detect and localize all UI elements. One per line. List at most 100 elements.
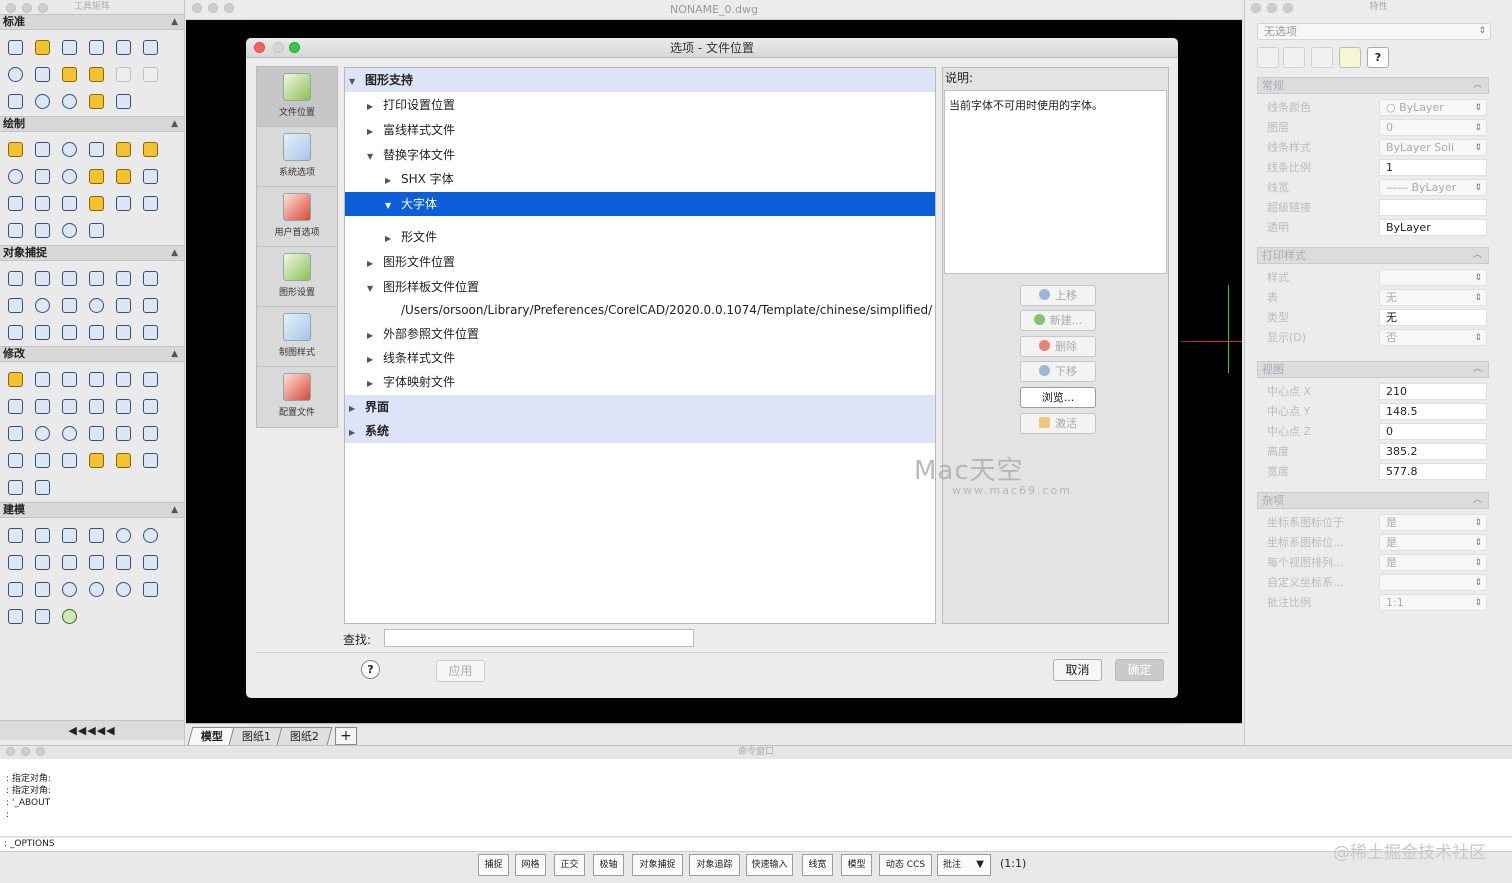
collapse-caret-icon[interactable]: ︿ [1473,362,1482,377]
torus-icon[interactable] [137,522,164,549]
tree-item[interactable]: ▶ 线条样式文件 [345,346,935,370]
activate-button[interactable]: 激活 [1020,413,1096,434]
selection-dropdown[interactable]: 无选项 ⇕ [1257,23,1491,40]
collapse-caret-icon[interactable]: ▲ [171,117,178,131]
window-controls[interactable] [192,3,234,13]
window-controls[interactable] [1251,3,1293,13]
subtract-icon[interactable] [29,576,56,603]
revision-cloud-icon[interactable] [29,217,56,244]
expand-right-icon[interactable]: ▶ [349,397,355,421]
snap-extension-icon[interactable] [110,265,137,292]
ortho-toggle[interactable]: 正交 [554,854,585,876]
section-header-draw[interactable]: 绘制 ▲ [0,116,184,132]
snap-settings-icon[interactable] [137,319,164,346]
snap-angle-icon[interactable] [56,319,83,346]
print-preview-icon[interactable] [137,34,164,61]
spline-icon[interactable] [110,136,137,163]
grid-toggle[interactable]: 网格 [515,854,546,876]
object-snap-toggle[interactable]: 对象捕捉 [632,854,683,876]
render-icon[interactable] [56,603,83,630]
property-value[interactable]: 0 [1379,423,1487,440]
offset-icon[interactable] [137,366,164,393]
print-setup-icon[interactable] [110,34,137,61]
expand-down-icon[interactable]: ▼ [385,194,391,218]
expand-right-icon[interactable]: ▶ [367,372,373,396]
stretch-icon[interactable] [83,393,110,420]
property-value[interactable]: 无 ⇕ [1379,289,1487,306]
sidebar-item-system-options[interactable]: 系统选项 [257,127,337,187]
section-plane-icon[interactable] [110,576,137,603]
section-header-snap[interactable]: 对象捕捉 ▲ [0,245,184,261]
snap-parallel-icon[interactable] [2,319,29,346]
model-toggle[interactable]: 模型 [841,854,872,876]
sidebar-item-drawing-settings[interactable]: 图形设置 [257,247,337,307]
property-value[interactable]: ⇕ [1379,269,1487,286]
intersect-icon[interactable] [56,576,83,603]
tree-item[interactable]: ▼ 替换字体文件 [345,143,935,167]
select-objects-icon[interactable] [1283,47,1305,68]
expand-right-icon[interactable]: ▶ [367,324,373,348]
extend-icon[interactable] [2,420,29,447]
snap-midpoint-icon[interactable] [29,265,56,292]
property-value[interactable]: ○ ByLayer ⇕ [1379,99,1487,116]
polygon-icon[interactable] [29,163,56,190]
tree-item[interactable]: ▼ 大字体 [345,192,935,216]
help-button[interactable]: ? [1367,47,1389,68]
copy-icon[interactable] [29,61,56,88]
properties-icon[interactable] [83,88,110,115]
tree-item[interactable]: ▶ 图形文件位置 [345,250,935,274]
snap-nearest-icon[interactable] [110,292,137,319]
expand-down-icon[interactable]: ▼ [367,145,373,169]
tree-category[interactable]: ▶ 界面 [345,395,935,419]
quick-input-toggle[interactable]: 快速输入 [746,854,793,876]
paste-icon[interactable] [56,61,83,88]
insert-image-icon[interactable] [56,190,83,217]
snap-endpoint-icon[interactable] [2,265,29,292]
freehand-icon[interactable] [83,217,110,244]
text-icon[interactable] [110,190,137,217]
toggle-pickadd-icon[interactable] [1257,47,1279,68]
break-icon[interactable] [83,420,110,447]
section-header-standard[interactable]: 标准 ▲ [0,14,184,30]
scale-icon[interactable] [56,393,83,420]
expand-right-icon[interactable]: ▶ [367,120,373,144]
object-track-toggle[interactable]: 对象追踪 [689,854,740,876]
collapse-toolbox-button[interactable]: ◀◀◀◀◀ [0,720,184,740]
tree-category[interactable]: ▼ 图形支持 [345,68,935,92]
pyramid-icon[interactable] [29,522,56,549]
property-value[interactable]: 385.2 [1379,443,1487,460]
tree-item[interactable]: ▶ 外部参照文件位置 [345,322,935,346]
ok-button[interactable]: 确定 [1115,659,1164,681]
delete-button[interactable]: 删除 [1020,336,1096,357]
copy-entity-icon[interactable] [56,366,83,393]
section-header-view[interactable]: 视图 ︿ [1257,361,1489,378]
draw-order-icon[interactable] [2,474,29,501]
property-value[interactable]: ByLayer [1379,219,1487,236]
property-value[interactable]: 是 ⇕ [1379,514,1487,531]
collapse-caret-icon[interactable]: ▲ [171,246,178,260]
thicken-icon[interactable] [29,603,56,630]
join-icon[interactable] [110,420,137,447]
expand-right-icon[interactable]: ▶ [385,169,391,193]
revolve-icon[interactable] [56,549,83,576]
divide-icon[interactable] [29,447,56,474]
edit-polyline-icon[interactable] [56,447,83,474]
expand-down-icon[interactable]: ▼ [349,70,355,94]
property-value[interactable]: 577.8 [1379,463,1487,480]
snap-perpendicular-icon[interactable] [137,265,164,292]
expand-right-icon[interactable]: ▶ [367,95,373,119]
close-icon[interactable] [254,42,265,53]
cut-icon[interactable] [2,61,29,88]
find-input[interactable] [384,629,694,647]
cancel-button[interactable]: 取消 [1053,659,1102,681]
add-tab-button[interactable]: + [335,727,357,745]
snap-insertion-icon[interactable] [137,292,164,319]
arc-icon[interactable] [137,136,164,163]
tree-item[interactable]: /Users/orsoon/Library/Preferences/CorelC… [345,298,935,322]
command-input[interactable]: : _OPTIONS [0,838,1512,852]
collapse-caret-icon[interactable]: ▲ [171,503,178,517]
property-value[interactable]: 是 ⇕ [1379,554,1487,571]
donut-icon[interactable] [56,163,83,190]
expand-right-icon[interactable]: ▶ [367,252,373,276]
section-header-print[interactable]: 打印样式 ︿ [1257,247,1489,264]
